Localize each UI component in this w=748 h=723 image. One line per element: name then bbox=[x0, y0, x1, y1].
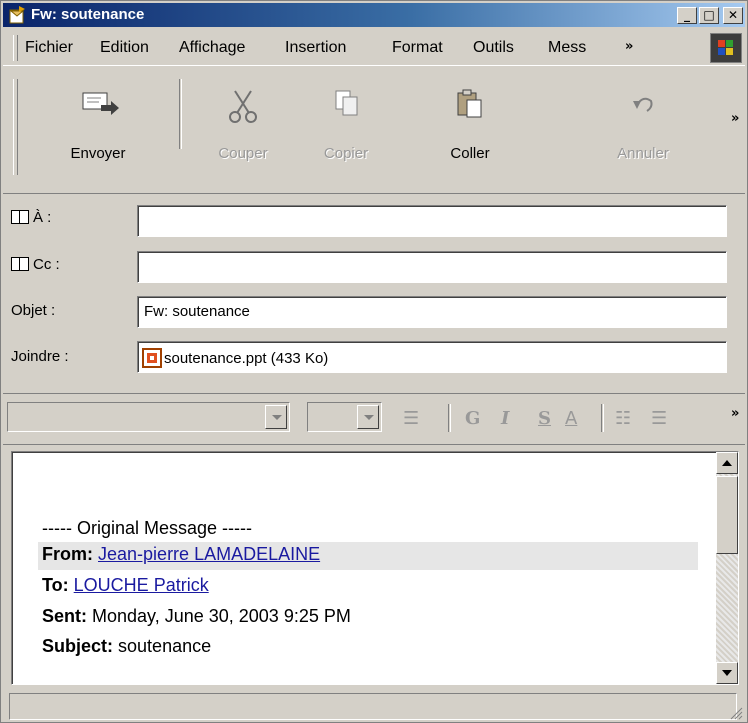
send-label: Envoyer bbox=[70, 145, 126, 162]
undo-label: Annuler bbox=[617, 145, 669, 162]
subject-line: Subject: soutenance bbox=[42, 636, 211, 657]
menu-bar: Fichier Edition Affichage Insertion Form… bbox=[3, 29, 745, 66]
subject-label: Objet : bbox=[11, 302, 56, 319]
arrow-down-icon bbox=[722, 670, 732, 676]
subject-label-text: Subject: bbox=[42, 636, 114, 656]
message-body[interactable]: ----- Original Message ----- From: Jean-… bbox=[11, 451, 739, 685]
cc-field[interactable] bbox=[137, 251, 727, 283]
menu-message[interactable]: Mess bbox=[548, 39, 586, 57]
cc-label-button[interactable]: Cc : bbox=[11, 256, 60, 273]
close-button[interactable]: ✕ bbox=[723, 7, 743, 24]
original-message-separator: ----- Original Message ----- bbox=[42, 518, 253, 538]
attachment-name[interactable]: soutenance.ppt (433 Ko) bbox=[164, 350, 328, 367]
formatting-toolbar: ☰ G I S A ☷ ☰ » bbox=[3, 393, 745, 445]
status-panel bbox=[9, 693, 737, 720]
bold-button[interactable]: G bbox=[465, 408, 480, 429]
sent-label: Sent: bbox=[42, 606, 87, 626]
from-label: From: bbox=[42, 544, 93, 564]
toolbar-overflow-chevron[interactable]: » bbox=[731, 111, 739, 126]
scroll-up-button[interactable] bbox=[716, 452, 738, 474]
italic-button[interactable]: I bbox=[501, 408, 509, 429]
minimize-button[interactable]: _ bbox=[677, 7, 697, 24]
menu-edition[interactable]: Edition bbox=[100, 39, 149, 57]
paste-button[interactable]: Coller bbox=[420, 87, 520, 162]
scissors-icon bbox=[229, 90, 257, 123]
address-book-icon bbox=[11, 210, 29, 224]
send-icon bbox=[82, 92, 119, 115]
format-overflow-chevron[interactable]: » bbox=[731, 406, 739, 421]
to-label-button[interactable]: À : bbox=[11, 209, 51, 226]
menubar-grip[interactable] bbox=[13, 35, 18, 61]
subject-value: soutenance bbox=[118, 636, 212, 656]
font-size-select[interactable] bbox=[307, 402, 382, 432]
cut-label: Couper bbox=[218, 145, 268, 162]
copy-label: Copier bbox=[323, 145, 369, 162]
resize-grip-icon[interactable] bbox=[729, 706, 743, 720]
format-separator bbox=[448, 404, 451, 432]
menu-outils[interactable]: Outils bbox=[473, 39, 514, 57]
compose-window: Fw: soutenance _ □ ✕ Fichier Edition Aff… bbox=[0, 0, 748, 723]
to-field[interactable] bbox=[137, 205, 727, 237]
underline-button[interactable]: S bbox=[538, 408, 551, 429]
copy-icon bbox=[335, 90, 358, 116]
bullet-list-icon[interactable]: ☰ bbox=[651, 408, 667, 429]
undo-icon bbox=[633, 97, 653, 112]
toolbar-separator bbox=[179, 79, 182, 149]
mail-forward-icon bbox=[9, 6, 25, 24]
cut-button[interactable]: Couper bbox=[193, 87, 293, 162]
font-family-select[interactable] bbox=[7, 402, 290, 432]
attach-field[interactable]: soutenance.ppt (433 Ko) bbox=[137, 341, 727, 373]
toolbar-grip[interactable] bbox=[13, 79, 18, 175]
standard-toolbar: Envoyer Couper Copier Coller Annuler » bbox=[3, 67, 745, 194]
scroll-down-button[interactable] bbox=[716, 662, 738, 684]
to-label: To: bbox=[42, 575, 69, 595]
menu-overflow-chevron[interactable]: » bbox=[625, 39, 633, 54]
window-title: Fw: soutenance bbox=[31, 6, 145, 23]
undo-button[interactable]: Annuler bbox=[593, 87, 693, 162]
chevron-down-icon[interactable] bbox=[357, 405, 379, 429]
status-bar bbox=[3, 689, 745, 722]
subject-field[interactable]: Fw: soutenance bbox=[137, 296, 727, 328]
cc-label: Cc : bbox=[33, 256, 60, 273]
paste-label: Coller bbox=[450, 145, 490, 162]
windows-logo-icon bbox=[710, 33, 742, 63]
scroll-thumb[interactable] bbox=[716, 476, 738, 554]
from-link[interactable]: Jean-pierre LAMADELAINE bbox=[98, 544, 320, 564]
to-link[interactable]: LOUCHE Patrick bbox=[74, 575, 209, 595]
sent-value: Monday, June 30, 2003 9:25 PM bbox=[92, 606, 351, 626]
paste-icon bbox=[457, 89, 482, 118]
to-label: À : bbox=[33, 209, 52, 226]
address-book-icon bbox=[11, 257, 29, 271]
title-bar[interactable]: Fw: soutenance _ □ ✕ bbox=[3, 3, 745, 27]
format-separator bbox=[601, 404, 604, 432]
menu-insertion[interactable]: Insertion bbox=[285, 39, 346, 57]
sent-line: Sent: Monday, June 30, 2003 9:25 PM bbox=[42, 606, 351, 627]
vertical-scrollbar[interactable] bbox=[716, 452, 738, 684]
copy-button[interactable]: Copier bbox=[296, 87, 396, 162]
attach-label: Joindre : bbox=[11, 348, 69, 365]
menu-affichage[interactable]: Affichage bbox=[179, 39, 245, 57]
paragraph-style-icon[interactable]: ☰ bbox=[403, 408, 419, 429]
send-button[interactable]: Envoyer bbox=[43, 87, 153, 162]
powerpoint-file-icon bbox=[142, 348, 162, 368]
menu-format[interactable]: Format bbox=[392, 39, 443, 57]
from-line: From: Jean-pierre LAMADELAINE bbox=[42, 544, 320, 565]
to-line: To: LOUCHE Patrick bbox=[42, 575, 209, 596]
maximize-button[interactable]: □ bbox=[699, 7, 719, 24]
chevron-down-icon[interactable] bbox=[265, 405, 287, 429]
arrow-up-icon bbox=[722, 460, 732, 466]
menu-fichier[interactable]: Fichier bbox=[25, 39, 73, 57]
font-color-button[interactable]: A bbox=[565, 408, 577, 429]
numbered-list-icon[interactable]: ☷ bbox=[615, 408, 631, 429]
